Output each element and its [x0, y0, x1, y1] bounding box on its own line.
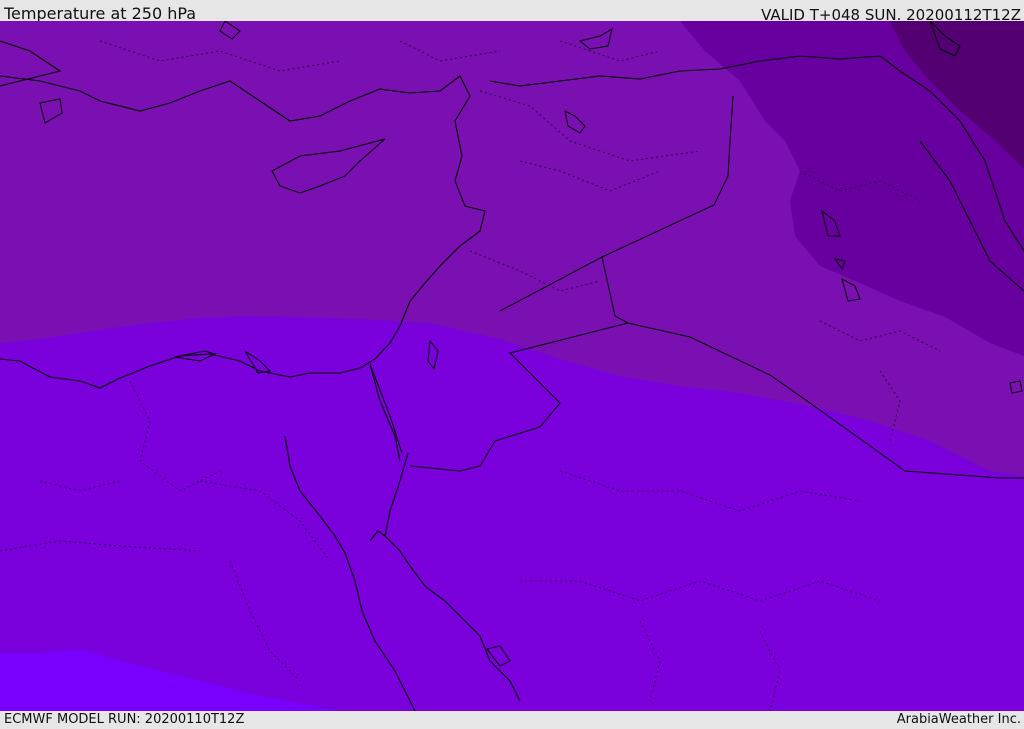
credit-label: ArabiaWeather Inc.	[896, 712, 1021, 727]
header-bar: Temperature at 250 hPa VALID T+048 SUN. …	[0, 0, 1024, 24]
weather-map-page: Temperature at 250 hPa VALID T+048 SUN. …	[0, 0, 1024, 729]
footer-bar: ECMWF MODEL RUN: 20200110T12Z ArabiaWeat…	[0, 711, 1024, 729]
model-run-label: ECMWF MODEL RUN: 20200110T12Z	[4, 712, 245, 727]
map-canvas[interactable]	[0, 21, 1024, 711]
